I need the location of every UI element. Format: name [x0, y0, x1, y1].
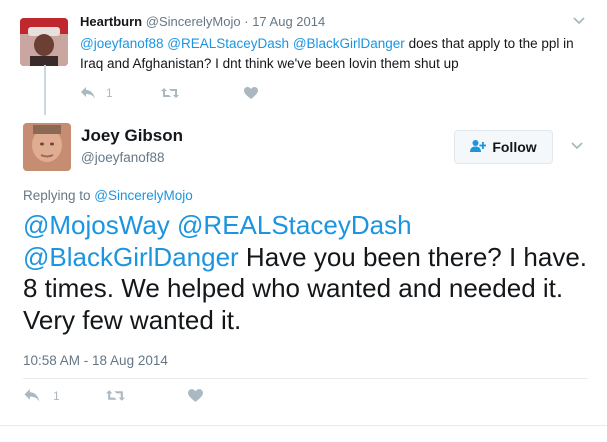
- author-handle[interactable]: @joeyfanof88: [81, 150, 165, 165]
- mention-link[interactable]: @joeyfanof88: [80, 36, 164, 51]
- tweet-text: @joeyfanof88 @REALStaceyDash @BlackGirlD…: [80, 34, 590, 74]
- avatar[interactable]: [23, 123, 71, 171]
- mention-link[interactable]: @MojosWay: [23, 210, 170, 240]
- thread-connector-line: [44, 65, 46, 115]
- follow-user-icon: [470, 139, 492, 156]
- header-separator: ·: [244, 14, 249, 29]
- reply-icon: [80, 86, 96, 100]
- mention-link[interactable]: @REALStaceyDash: [177, 210, 412, 240]
- follow-button-label: Follow: [492, 139, 537, 155]
- mention-link[interactable]: @REALStaceyDash: [167, 36, 289, 51]
- mention-link[interactable]: @BlackGirlDanger: [23, 242, 239, 272]
- author-name[interactable]: Heartburn: [80, 14, 142, 29]
- like-icon: [243, 86, 259, 100]
- parent-tweet[interactable]: Heartburn @SincerelyMojo · 17 Aug 2014 @…: [0, 0, 607, 112]
- chevron-down-icon[interactable]: [570, 141, 584, 151]
- replying-to: Replying to @SincerelyMojo: [23, 188, 193, 203]
- avatar[interactable]: [20, 18, 68, 66]
- retweet-icon: [105, 388, 126, 403]
- reply-count: 1: [53, 388, 60, 403]
- reply-count: 1: [106, 86, 113, 100]
- parent-tweet-actions: 1: [80, 86, 259, 100]
- reply-button[interactable]: 1: [23, 388, 105, 403]
- mention-link[interactable]: @BlackGirlDanger: [293, 36, 405, 51]
- follow-button[interactable]: Follow: [454, 130, 553, 164]
- tweet-date[interactable]: 17 Aug 2014: [252, 14, 325, 29]
- replying-to-prefix: Replying to: [23, 188, 95, 203]
- retweet-icon: [160, 86, 180, 100]
- chevron-down-icon[interactable]: [572, 16, 586, 26]
- like-icon: [187, 388, 204, 403]
- tweet-text: @MojosWay @REALStaceyDash @BlackGirlDang…: [23, 210, 588, 336]
- retweet-button[interactable]: [160, 86, 243, 100]
- parent-tweet-header: Heartburn @SincerelyMojo · 17 Aug 2014: [80, 14, 325, 29]
- tweet-timestamp[interactable]: 10:58 AM - 18 Aug 2014: [23, 353, 168, 368]
- main-tweet-actions: 1: [23, 388, 204, 403]
- author-handle[interactable]: @SincerelyMojo: [146, 14, 241, 29]
- author-name[interactable]: Joey Gibson: [81, 126, 183, 146]
- like-button[interactable]: [243, 86, 259, 100]
- replying-to-link[interactable]: @SincerelyMojo: [94, 188, 193, 203]
- reply-button[interactable]: 1: [80, 86, 160, 100]
- divider: [23, 378, 588, 379]
- reply-icon: [23, 388, 41, 403]
- divider: [0, 425, 607, 426]
- retweet-button[interactable]: [105, 388, 187, 403]
- like-button[interactable]: [187, 388, 204, 403]
